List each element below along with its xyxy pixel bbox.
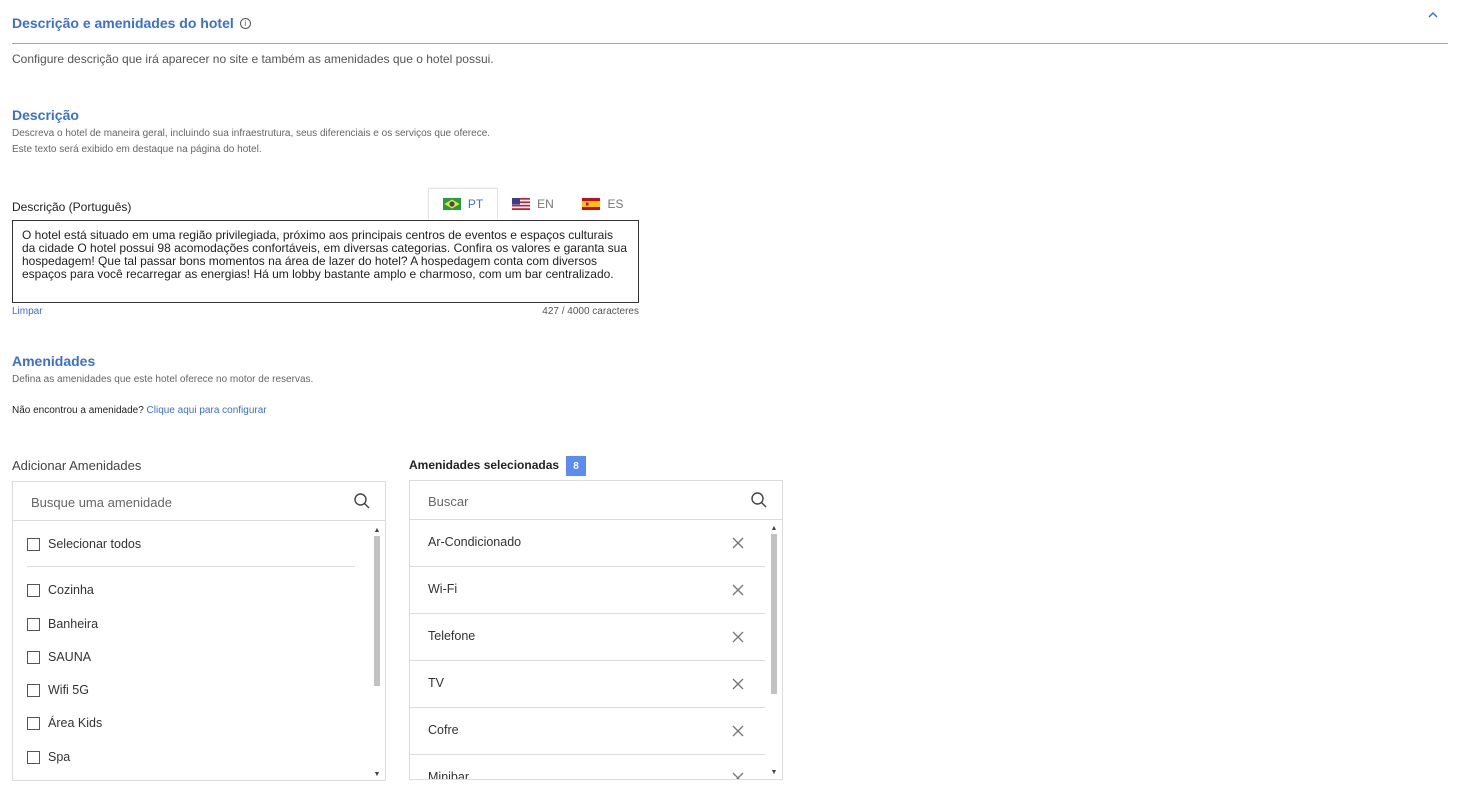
select-all-label: Selecionar todos: [48, 537, 142, 551]
amenity-option-label: Cozinha: [48, 583, 94, 597]
amenity-option-label: Banheira: [48, 617, 99, 631]
checkbox[interactable]: [27, 537, 40, 551]
amenity-option-label: SAUNA: [48, 650, 92, 664]
checkbox[interactable]: [27, 617, 40, 631]
checkbox[interactable]: [27, 716, 40, 730]
amenity-option[interactable]: Wifi 5G: [27, 680, 89, 700]
checkbox[interactable]: [27, 750, 40, 764]
checkbox[interactable]: [27, 650, 40, 664]
available-search-row: [13, 482, 385, 521]
checkbox[interactable]: [27, 683, 40, 697]
description-help-1: Descreva o hotel de maneira geral, inclu…: [12, 128, 491, 139]
configure-link[interactable]: Clique aqui para configurar: [147, 405, 267, 416]
search-icon[interactable]: [353, 492, 371, 510]
section-title-text: Descrição e amenidades do hotel: [12, 15, 234, 31]
description-help-2: Este texto será exibido em destaque na p…: [12, 144, 262, 155]
amenity-not-found: Não encontrou a amenidade? Clique aqui p…: [12, 405, 267, 416]
close-icon[interactable]: [731, 677, 745, 691]
selected-amenities-label: Amenidades selecionadas 8: [409, 456, 587, 476]
selected-item: Telefone: [410, 614, 765, 661]
search-icon[interactable]: [750, 491, 768, 509]
tab-en-label: EN: [537, 197, 554, 211]
available-amenities-panel: Selecionar todos Cozinha Banheira SAUNA …: [12, 481, 386, 781]
scroll-up-arrow-icon[interactable]: ▲: [373, 526, 381, 534]
amenity-option-label: Área Kids: [48, 716, 103, 730]
scroll-thumb[interactable]: [374, 536, 380, 686]
amenities-title: Amenidades: [12, 353, 96, 369]
scroll-down-arrow-icon[interactable]: ▼: [770, 768, 778, 776]
spain-flag-icon: [582, 198, 601, 210]
amenities-help: Defina as amenidades que este hotel ofer…: [12, 374, 314, 385]
not-found-text: Não encontrou a amenidade?: [12, 405, 144, 416]
selected-count-badge: 8: [566, 456, 587, 476]
selected-item: Wi-Fi: [410, 567, 765, 614]
close-icon[interactable]: [731, 724, 745, 738]
select-all-checkbox[interactable]: Selecionar todos: [27, 534, 141, 554]
divider: [27, 566, 355, 567]
usa-flag-icon: [512, 198, 531, 210]
selected-search-input[interactable]: [428, 491, 728, 511]
selected-item-label: Wi-Fi: [428, 582, 458, 596]
char-count: 427 / 4000 caracteres: [542, 306, 639, 317]
selected-scrollbar[interactable]: ▲ ▼: [770, 524, 778, 776]
brazil-flag-icon: [442, 197, 461, 210]
selected-item: Ar-Condicionado: [410, 520, 765, 567]
close-icon[interactable]: [731, 583, 745, 597]
amenity-option[interactable]: Banheira: [27, 614, 98, 634]
tab-es[interactable]: ES: [568, 188, 638, 220]
selected-amenities-panel: Ar-Condicionado Wi-Fi Telefone TV Cofre …: [409, 480, 783, 780]
chevron-up-icon: [1428, 11, 1438, 18]
collapse-button[interactable]: [1426, 10, 1442, 24]
tab-es-label: ES: [607, 197, 624, 211]
close-icon[interactable]: [731, 771, 745, 779]
description-textarea[interactable]: O hotel está situado em uma região privi…: [12, 220, 639, 303]
description-title: Descrição: [12, 107, 79, 123]
selected-item-label: Cofre: [428, 723, 459, 737]
selected-item-label: Minibar: [428, 770, 469, 779]
selected-item: Minibar: [410, 755, 765, 779]
selected-search-row: [410, 481, 782, 520]
tab-pt-label: PT: [467, 196, 484, 211]
close-icon[interactable]: [731, 630, 745, 644]
scroll-thumb[interactable]: [771, 534, 777, 694]
add-amenities-label: Adicionar Amenidades: [12, 458, 142, 473]
description-field-label: Descrição (Português): [12, 200, 132, 214]
selected-item-label: TV: [428, 676, 444, 690]
amenity-option[interactable]: Cozinha: [27, 580, 94, 600]
amenity-option-label: Wifi 5G: [48, 683, 89, 697]
scroll-up-arrow-icon[interactable]: ▲: [770, 524, 778, 532]
checkbox[interactable]: [27, 583, 40, 597]
tab-pt[interactable]: PT: [428, 188, 498, 220]
available-scrollbar[interactable]: ▲ ▼: [373, 526, 381, 778]
amenity-option[interactable]: Spa: [27, 747, 70, 767]
section-subtitle: Configure descrição que irá aparecer no …: [12, 52, 494, 66]
selected-item-label: Telefone: [428, 629, 476, 643]
section-header: Descrição e amenidades do hotel i: [12, 0, 1448, 44]
selected-item: TV: [410, 661, 765, 708]
language-tabs: PT EN ES: [428, 188, 638, 220]
selected-item: Cofre: [410, 708, 765, 755]
amenity-search-input[interactable]: [31, 492, 331, 512]
selected-item-label: Ar-Condicionado: [428, 535, 522, 549]
amenity-option-label: Spa: [48, 750, 71, 764]
selected-list: Ar-Condicionado Wi-Fi Telefone TV Cofre …: [410, 520, 782, 779]
info-icon[interactable]: i: [239, 17, 251, 29]
amenity-option[interactable]: Área Kids: [27, 713, 102, 733]
scroll-down-arrow-icon[interactable]: ▼: [373, 770, 381, 778]
clear-link[interactable]: Limpar: [12, 306, 43, 317]
tab-en[interactable]: EN: [498, 188, 568, 220]
section-title: Descrição e amenidades do hotel i: [12, 15, 251, 31]
amenity-option[interactable]: SAUNA: [27, 647, 91, 667]
close-icon[interactable]: [731, 536, 745, 550]
selected-amenities-label-text: Amenidades selecionadas: [409, 458, 560, 473]
